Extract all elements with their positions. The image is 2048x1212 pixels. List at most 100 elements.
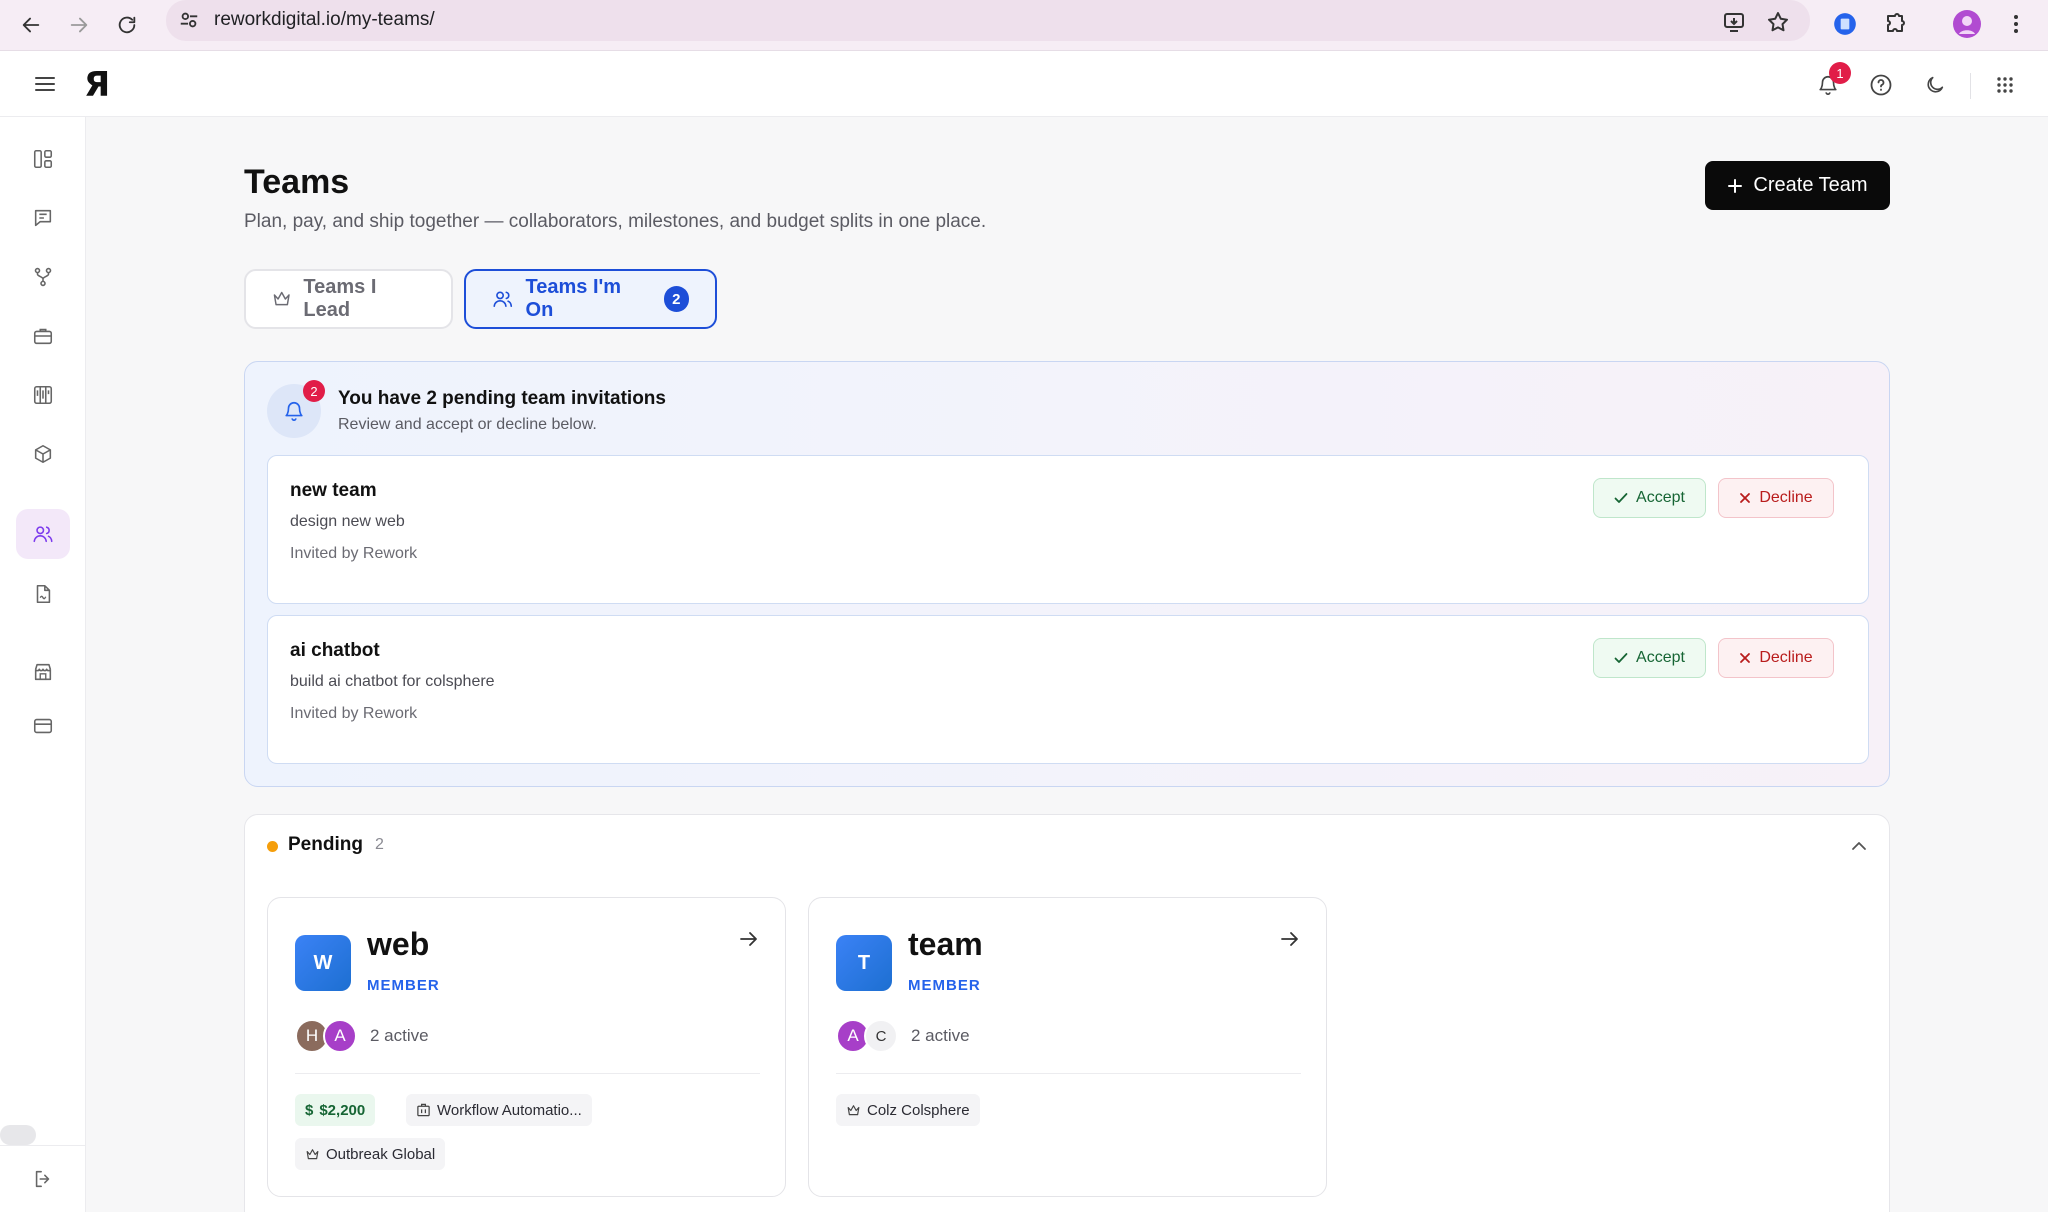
sidebar-item-store[interactable] bbox=[16, 647, 70, 697]
users-icon bbox=[493, 291, 513, 307]
crown-icon bbox=[306, 1148, 319, 1159]
invitations-title: You have 2 pending team invitations bbox=[338, 388, 666, 409]
pending-count: 2 bbox=[375, 836, 384, 853]
apps-grid-button[interactable] bbox=[1988, 68, 2022, 102]
sidebar-item-teams[interactable] bbox=[16, 509, 70, 559]
member-avatar: C bbox=[864, 1019, 898, 1053]
sidebar-item-billing[interactable] bbox=[16, 701, 70, 751]
crown-icon bbox=[847, 1104, 860, 1115]
invitation-description: design new web bbox=[290, 513, 405, 530]
invitation-card: ai chatbot build ai chatbot for colspher… bbox=[267, 615, 1869, 764]
credit-card-icon bbox=[33, 718, 53, 734]
header-divider bbox=[1970, 73, 1971, 99]
menu-toggle-button[interactable] bbox=[30, 71, 60, 97]
team-card[interactable]: W web MEMBER H A 2 active $ $2,200 Workf… bbox=[267, 897, 786, 1197]
tab-label: Teams I Lead bbox=[303, 276, 377, 321]
member-avatar: A bbox=[323, 1019, 357, 1053]
active-members-count: 2 active bbox=[911, 1026, 970, 1045]
reload-icon bbox=[118, 16, 136, 34]
open-team-button[interactable] bbox=[734, 924, 764, 954]
sidebar-item-logout[interactable] bbox=[16, 1154, 70, 1204]
url-text[interactable]: reworkdigital.io/my-teams/ bbox=[214, 9, 435, 31]
accept-button[interactable]: Accept bbox=[1593, 478, 1706, 518]
notification-badge: 1 bbox=[1829, 62, 1851, 84]
users-icon bbox=[33, 526, 53, 543]
sidebar-item-messages[interactable] bbox=[16, 193, 70, 243]
budget-chip: $ $2,200 bbox=[295, 1094, 376, 1126]
arrow-right-icon bbox=[1281, 932, 1298, 946]
chevron-up-icon bbox=[1852, 842, 1866, 850]
sidebar-item-products[interactable] bbox=[16, 429, 70, 479]
extension-icon[interactable] bbox=[1827, 6, 1863, 42]
sidebar-item-dashboard[interactable] bbox=[16, 134, 70, 184]
budget-value: $2,200 bbox=[319, 1101, 366, 1119]
team-lead-chip: Colz Colsphere bbox=[836, 1094, 980, 1126]
browser-toolbar: reworkdigital.io/my-teams/ bbox=[0, 0, 2048, 51]
install-app-icon[interactable] bbox=[1718, 6, 1750, 38]
hamburger-icon bbox=[35, 77, 55, 91]
decline-label: Decline bbox=[1759, 489, 1813, 506]
site-settings-icon[interactable] bbox=[178, 9, 200, 36]
sidebar-collapse-handle[interactable] bbox=[0, 1125, 36, 1145]
sidebar-item-contracts[interactable] bbox=[16, 569, 70, 619]
tab-teams-i-lead[interactable]: Teams I Lead bbox=[244, 269, 453, 329]
notifications-button[interactable]: 1 bbox=[1811, 62, 1851, 102]
moon-icon bbox=[1927, 76, 1944, 93]
accept-label: Accept bbox=[1636, 489, 1685, 506]
invitation-team-name: new team bbox=[290, 480, 377, 501]
accept-button[interactable]: Accept bbox=[1593, 638, 1706, 678]
invitation-card: new team design new web Invited by Rewor… bbox=[267, 455, 1869, 604]
team-role: MEMBER bbox=[367, 977, 440, 994]
team-lead-name: Colz Colsphere bbox=[867, 1101, 970, 1119]
plus-icon bbox=[1728, 178, 1743, 193]
arrow-right-icon bbox=[740, 932, 757, 946]
log-out-icon bbox=[35, 1170, 50, 1188]
project-chip: Workflow Automatio... bbox=[406, 1094, 592, 1126]
address-bar[interactable]: reworkdigital.io/my-teams/ bbox=[166, 0, 1810, 41]
extensions-puzzle-icon[interactable] bbox=[1877, 6, 1913, 42]
team-role: MEMBER bbox=[908, 977, 981, 994]
active-members-count: 2 active bbox=[370, 1026, 429, 1045]
profile-avatar[interactable] bbox=[1949, 6, 1985, 42]
app-logo[interactable]: Я bbox=[84, 65, 110, 105]
grid-icon bbox=[1997, 77, 2013, 93]
team-lead-name: Outbreak Global bbox=[326, 1145, 436, 1163]
check-icon bbox=[1614, 493, 1628, 503]
invitations-panel: 2 You have 2 pending team invitations Re… bbox=[244, 361, 1890, 787]
arrow-left-icon bbox=[22, 17, 40, 33]
tab-teams-im-on[interactable]: Teams I'm On 2 bbox=[464, 269, 717, 329]
team-avatar: W bbox=[295, 935, 351, 991]
sidebar-item-workflows[interactable] bbox=[16, 252, 70, 302]
forward-button[interactable] bbox=[60, 6, 98, 44]
pending-title: Pending bbox=[288, 834, 363, 855]
crown-icon bbox=[273, 291, 290, 306]
bookmark-star-icon[interactable] bbox=[1762, 6, 1794, 38]
package-icon bbox=[34, 444, 52, 464]
open-team-button[interactable] bbox=[1275, 924, 1305, 954]
kanban-icon bbox=[33, 385, 53, 405]
sidebar-item-jobs[interactable] bbox=[16, 311, 70, 361]
help-button[interactable] bbox=[1864, 68, 1898, 102]
collapse-section-button[interactable] bbox=[1845, 832, 1873, 860]
team-avatar: T bbox=[836, 935, 892, 991]
team-card[interactable]: T team MEMBER A C 2 active Colz Colspher… bbox=[808, 897, 1327, 1197]
theme-toggle-button[interactable] bbox=[1918, 68, 1952, 102]
sidebar-divider bbox=[0, 1145, 86, 1146]
team-name: team bbox=[908, 926, 983, 962]
invitations-subtitle: Review and accept or decline below. bbox=[338, 416, 597, 433]
create-team-button[interactable]: Create Team bbox=[1705, 161, 1890, 210]
x-icon bbox=[1740, 493, 1751, 503]
team-name: web bbox=[367, 926, 430, 962]
back-button[interactable] bbox=[12, 6, 50, 44]
briefcase-icon bbox=[33, 328, 53, 345]
bell-icon bbox=[285, 402, 303, 421]
arrow-right-icon bbox=[70, 17, 88, 33]
invitation-inviter: Invited by Rework bbox=[290, 545, 418, 562]
sidebar-item-board[interactable] bbox=[16, 370, 70, 420]
browser-menu-icon[interactable] bbox=[1998, 6, 2034, 42]
pending-section: Pending 2 W web MEMBER H A 2 active $ $2… bbox=[244, 814, 1890, 1212]
reload-button[interactable] bbox=[108, 6, 146, 44]
decline-button[interactable]: Decline bbox=[1718, 638, 1834, 678]
decline-button[interactable]: Decline bbox=[1718, 478, 1834, 518]
app-header: Я 1 bbox=[0, 51, 2048, 117]
